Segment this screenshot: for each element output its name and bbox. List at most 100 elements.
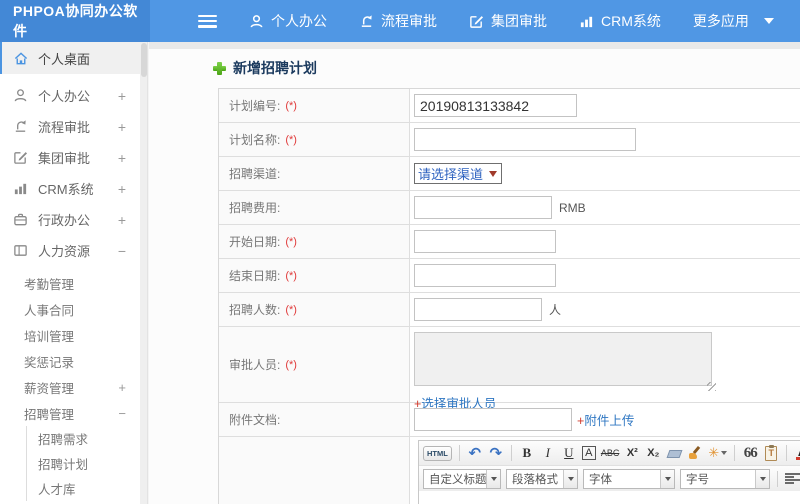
form-row-channel: 招聘渠道: 请选择渠道 xyxy=(219,157,800,191)
home-icon xyxy=(12,50,29,66)
sidebar-subitem-rewards[interactable]: 奖惩记录 xyxy=(0,348,140,374)
field-label: 招聘人数: xyxy=(229,303,281,317)
start-date-input[interactable] xyxy=(414,230,556,253)
sidebar-item-crm[interactable]: CRM系统 + xyxy=(0,173,140,204)
sidebar-subitem-salary[interactable]: 薪资管理 + xyxy=(0,374,140,400)
heading-style-select[interactable]: 自定义标题 xyxy=(423,468,501,489)
recruit-plan-form: 计划编号: (*) 计划名称: (*) 招聘 xyxy=(218,88,800,504)
sidebar-subitem-talent-pool[interactable]: 人才库 xyxy=(27,476,140,501)
sidebar-subitem-label: 招聘管理 xyxy=(24,407,75,422)
app-logo: PHPOA协同办公软件 xyxy=(0,0,150,42)
clipboard-icon: T xyxy=(765,444,778,461)
expand-plus-icon[interactable]: + xyxy=(118,212,126,228)
book-icon xyxy=(12,243,29,259)
sidebar-scrollbar[interactable] xyxy=(140,42,148,504)
hr-submenu: 考勤管理 人事合同 培训管理 奖惩记录 薪资管理 + 招聘管理 − 招聘需求 招… xyxy=(0,270,140,501)
html-source-button[interactable]: HTML xyxy=(423,445,452,461)
topnav-crm[interactable]: CRM系统 xyxy=(579,11,661,31)
recruit-cost-input[interactable] xyxy=(414,196,552,219)
dropdown-caret-icon xyxy=(486,469,500,488)
sidebar-item-group-approval[interactable]: 集团审批 + xyxy=(0,142,140,173)
paintbrush-icon xyxy=(688,446,702,460)
expand-plus-icon[interactable]: + xyxy=(118,181,126,197)
subscript-button[interactable]: X₂ xyxy=(645,444,661,462)
paragraph-format-select[interactable]: 段落格式 xyxy=(506,468,578,489)
dropdown-caret-icon xyxy=(721,451,728,455)
user-icon xyxy=(12,88,29,104)
sidebar-item-admin-office[interactable]: 行政办公 + xyxy=(0,204,140,235)
undo-button[interactable]: ↶ xyxy=(467,444,483,462)
remove-format-button[interactable] xyxy=(666,444,683,462)
form-row-start-date: 开始日期: (*) xyxy=(219,225,800,259)
format-brush-button[interactable] xyxy=(687,444,703,462)
page-title: 新增招聘计划 xyxy=(213,58,800,78)
sidebar-item-workflow-approval[interactable]: 流程审批 + xyxy=(0,111,140,142)
collapse-minus-icon[interactable]: − xyxy=(118,243,126,259)
sidebar-subitem-recruit-plan[interactable]: 招聘计划 xyxy=(27,451,140,476)
form-row-plan-number: 计划编号: (*) xyxy=(219,89,800,123)
font-family-select[interactable]: 字体 xyxy=(583,468,675,489)
recruit-channel-select[interactable]: 请选择渠道 xyxy=(414,163,503,184)
sidebar-item-personal-office[interactable]: 个人办公 + xyxy=(0,80,140,111)
align-left-button[interactable] xyxy=(785,472,800,485)
expand-plus-icon[interactable]: + xyxy=(118,88,126,104)
redo-button[interactable]: ↷ xyxy=(488,444,504,462)
char-border-button[interactable]: A xyxy=(581,446,596,460)
resize-grip-icon[interactable] xyxy=(707,382,716,391)
font-size-select[interactable]: 字号 xyxy=(680,468,770,489)
required-marker: (*) xyxy=(285,269,297,282)
headcount-input[interactable] xyxy=(414,298,542,321)
font-color-button[interactable]: A xyxy=(794,444,800,462)
expand-plus-icon[interactable]: + xyxy=(118,380,126,395)
sidebar-subitem-attendance[interactable]: 考勤管理 xyxy=(0,270,140,296)
main-content: 新增招聘计划 计划编号: (*) 计划名称: (*) xyxy=(149,42,800,504)
sidebar-subitem-hr-contract[interactable]: 人事合同 xyxy=(0,296,140,322)
blockquote-button[interactable]: 66 xyxy=(742,444,758,462)
sidebar-item-label: 个人办公 xyxy=(38,89,91,104)
collapse-minus-icon[interactable]: − xyxy=(118,406,126,421)
attachment-input[interactable] xyxy=(414,408,572,431)
required-marker: (*) xyxy=(285,358,297,371)
underline-button[interactable]: U xyxy=(561,444,577,462)
sidebar-item-hr[interactable]: 人力资源 − xyxy=(0,235,140,266)
topnav-personal-office[interactable]: 个人办公 xyxy=(249,11,327,31)
link-label: 附件上传 xyxy=(584,414,635,428)
scrollbar-thumb[interactable] xyxy=(141,43,147,77)
sidebar-subitem-recruitment[interactable]: 招聘管理 − xyxy=(0,400,140,426)
required-marker: (*) xyxy=(285,235,297,248)
sidebar-subitem-recruit-demand[interactable]: 招聘需求 xyxy=(27,426,140,451)
sidebar: 个人桌面 个人办公 + 流程审批 + 集团审批 + CRM系统 + 行政办公 +… xyxy=(0,42,140,504)
plan-number-input[interactable] xyxy=(414,94,577,117)
sidebar-item-desktop[interactable]: 个人桌面 xyxy=(0,42,140,74)
strikethrough-button[interactable]: ABC xyxy=(601,444,620,462)
bold-button[interactable]: B xyxy=(519,444,535,462)
editor-content-area[interactable] xyxy=(419,491,800,504)
sidebar-item-label: 人力资源 xyxy=(38,244,91,259)
topnav-more-apps[interactable]: 更多应用 xyxy=(693,11,774,31)
italic-button[interactable]: I xyxy=(540,444,556,462)
sidebar-subitem-label: 招聘需求 xyxy=(38,433,89,447)
expand-plus-icon[interactable]: + xyxy=(118,119,126,135)
workflow-icon xyxy=(359,14,374,29)
approvers-textarea[interactable] xyxy=(414,332,712,386)
field-label: 结束日期: xyxy=(229,269,281,283)
end-date-input[interactable] xyxy=(414,264,556,287)
field-label: 审批人员: xyxy=(229,358,281,372)
autoformat-button[interactable]: ✳ xyxy=(708,444,728,462)
sidebar-item-label: 集团审批 xyxy=(38,151,91,166)
topnav-group-approval[interactable]: 集团审批 xyxy=(469,11,547,31)
menu-toggle-icon[interactable] xyxy=(198,14,217,28)
recruitment-submenu: 招聘需求 招聘计划 人才库 xyxy=(26,426,140,501)
sidebar-subitem-training[interactable]: 培训管理 xyxy=(0,322,140,348)
color-bar-icon xyxy=(796,456,800,460)
plan-name-input[interactable] xyxy=(414,128,636,151)
expand-plus-icon[interactable]: + xyxy=(118,150,126,166)
dropdown-caret-icon xyxy=(563,469,577,488)
paste-text-button[interactable]: T xyxy=(763,444,779,462)
unit-suffix: 人 xyxy=(549,303,562,317)
topnav-workflow-approval[interactable]: 流程审批 xyxy=(359,11,437,31)
attachment-upload-link[interactable]: +附件上传 xyxy=(577,410,634,429)
form-row-headcount: 招聘人数: (*) 人 xyxy=(219,293,800,327)
superscript-button[interactable]: X² xyxy=(624,444,640,462)
topnav-label: 更多应用 xyxy=(692,13,749,29)
